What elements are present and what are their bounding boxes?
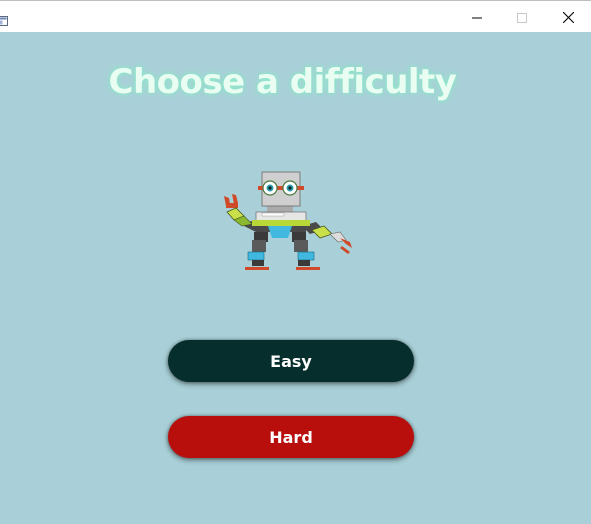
close-button[interactable] xyxy=(545,1,591,33)
minimize-icon xyxy=(472,8,482,27)
title-bar[interactable] xyxy=(0,0,591,32)
maximize-icon xyxy=(517,8,527,27)
robot-mascot-image xyxy=(212,168,358,274)
page-title: Choose a difficulty xyxy=(108,62,457,102)
close-icon xyxy=(562,8,574,27)
maximize-button[interactable] xyxy=(499,1,545,33)
easy-button[interactable]: Easy xyxy=(168,340,414,382)
hard-button[interactable]: Hard xyxy=(168,416,414,458)
app-icon xyxy=(0,11,8,26)
minimize-button[interactable] xyxy=(454,1,500,33)
game-window: Choose a difficulty Easy Hard xyxy=(0,0,591,524)
